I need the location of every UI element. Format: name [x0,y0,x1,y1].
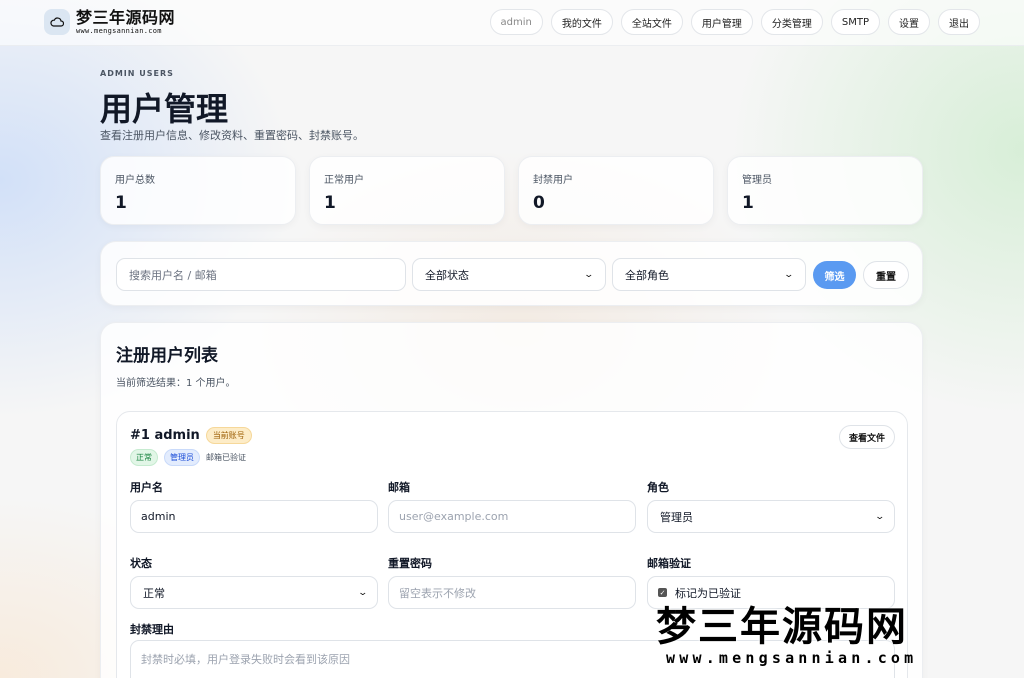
stats-row: 用户总数 1 正常用户 1 封禁用户 0 管理员 1 [100,156,923,225]
stat-card-banned: 封禁用户 0 [518,156,714,225]
main-nav: admin 我的文件 全站文件 用户管理 分类管理 SMTP 设置 退出 [489,9,980,35]
filter-panel: 搜索用户名 / 邮箱 全部状态 ⌄ 全部角色 ⌄ 筛选 重置 [100,241,923,306]
stat-card-admins: 管理员 1 [727,156,923,225]
stat-value: 0 [533,193,545,213]
ban-reason-label: 封禁理由 [130,623,174,636]
current-account-badge: 当前账号 [205,427,252,444]
stat-value: 1 [324,193,336,213]
stat-label: 用户总数 [115,175,155,186]
email-verify-label: 邮箱验证 [647,557,691,570]
stat-label: 封禁用户 [533,175,573,186]
stat-label: 管理员 [742,175,772,186]
brand-name: 梦三年源码网 [76,7,176,27]
nav-smtp[interactable]: SMTP [830,9,880,35]
stat-value: 1 [742,193,754,213]
filter-button[interactable]: 筛选 [813,261,856,289]
nav-settings[interactable]: 设置 [888,9,930,35]
nav-user-management[interactable]: 用户管理 [690,9,753,35]
page-eyebrow: ADMIN USERS [100,69,174,78]
chevron-down-icon: ⌄ [874,511,886,522]
email-verified-text: 邮箱已验证 [206,453,246,462]
stat-card-total: 用户总数 1 [100,156,296,225]
reset-password-label: 重置密码 [388,557,432,570]
brand-url: www.mengsannian.com [76,26,162,35]
username-label: 用户名 [130,481,163,494]
stat-value: 1 [115,193,127,213]
nav-all-files[interactable]: 全站文件 [620,9,683,35]
status-filter-value: 全部状态 [425,268,469,282]
chevron-down-icon: ⌄ [583,269,595,280]
email-verify-checkbox-label: 标记为已验证 [675,586,741,600]
stat-label: 正常用户 [324,175,364,186]
watermark: 梦三年源码网 www.mengsannian.com [656,607,986,671]
list-result-count: 当前筛选结果：1 个用户。 [116,378,236,389]
brand-logo[interactable]: 梦三年源码网 www.mengsannian.com [44,9,175,35]
role-label: 角色 [647,481,669,494]
role-badge: 管理员 [164,449,200,466]
watermark-url: www.mengsannian.com [666,649,918,667]
nav-my-files[interactable]: 我的文件 [550,9,613,35]
status-filter-select[interactable]: 全部状态 ⌄ [412,258,606,291]
status-select-value: 正常 [143,586,165,600]
status-badge: 正常 [130,449,158,466]
cloud-icon [44,9,70,35]
reset-button[interactable]: 重置 [863,261,909,289]
status-select[interactable]: 正常 ⌄ [130,576,378,609]
status-label: 状态 [130,557,152,570]
checkbox-checked-icon: ✓ [658,588,667,597]
nav-username[interactable]: admin [489,9,543,35]
top-navbar: 梦三年源码网 www.mengsannian.com admin 我的文件 全站… [0,0,1024,46]
list-title: 注册用户列表 [116,346,218,366]
email-label: 邮箱 [388,481,410,494]
role-select-value: 管理员 [660,510,693,524]
chevron-down-icon: ⌄ [357,587,369,598]
role-select[interactable]: 管理员 ⌄ [647,500,895,533]
page-title: 用户管理 [100,90,229,128]
page-description: 查看注册用户信息、修改资料、重置密码、封禁账号。 [100,129,364,142]
nav-category-management[interactable]: 分类管理 [760,9,823,35]
reset-password-field[interactable]: 留空表示不修改 [388,576,636,609]
chevron-down-icon: ⌄ [783,269,795,280]
stat-card-active: 正常用户 1 [309,156,505,225]
role-filter-value: 全部角色 [625,268,669,282]
username-field[interactable]: admin [130,500,378,533]
view-files-button[interactable]: 查看文件 [838,425,895,449]
search-input[interactable]: 搜索用户名 / 邮箱 [116,258,406,291]
email-field[interactable]: user@example.com [388,500,636,533]
user-heading: #1 admin [130,428,200,443]
role-filter-select[interactable]: 全部角色 ⌄ [612,258,806,291]
watermark-name: 梦三年源码网 [656,603,908,650]
nav-logout[interactable]: 退出 [938,9,980,35]
